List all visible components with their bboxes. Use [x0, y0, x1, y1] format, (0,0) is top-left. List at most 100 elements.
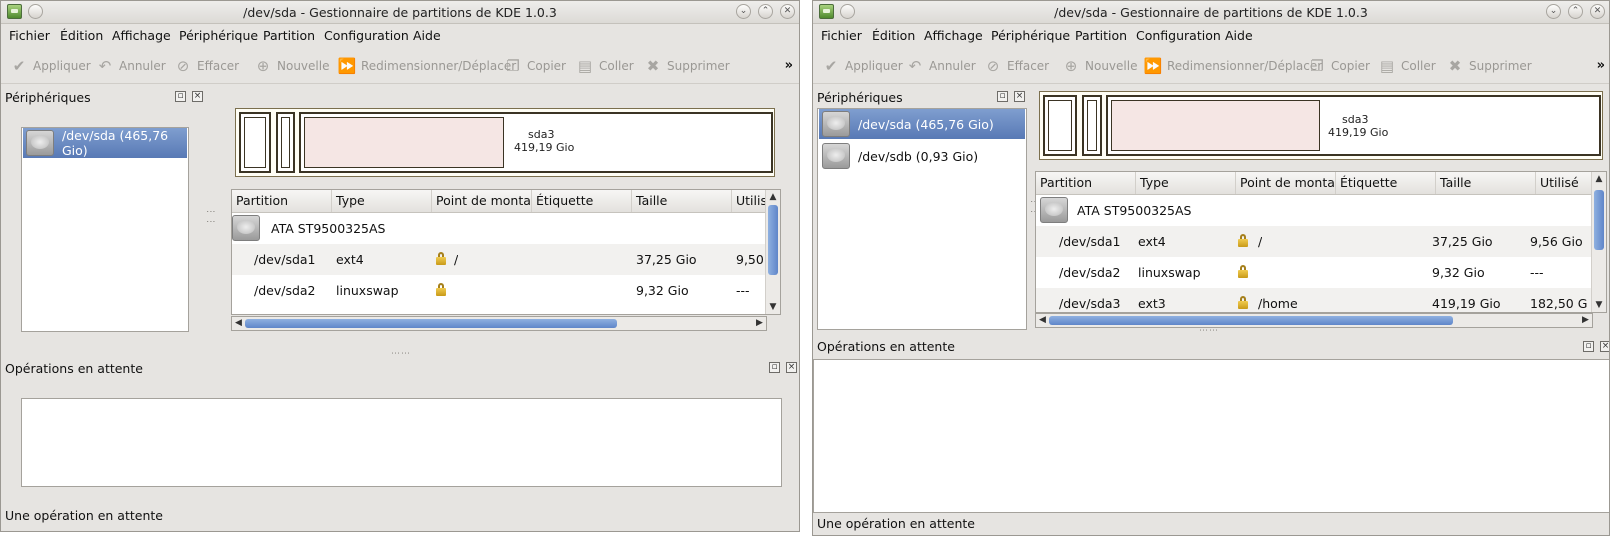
dock-float-button[interactable]: ▫ [997, 91, 1008, 102]
close-button[interactable]: ✕ [1590, 4, 1605, 19]
resize-move-button[interactable]: ⏩ Redimensionner/Déplacer [337, 55, 517, 77]
dock-float-button[interactable]: ▫ [1583, 341, 1594, 352]
menu-edition[interactable]: Édition [872, 28, 915, 43]
menu-edition[interactable]: Édition [60, 28, 103, 43]
undo-button[interactable]: ↶ Annuler [905, 55, 976, 77]
partition-block-sda1[interactable] [239, 112, 271, 173]
partition-block-sda3[interactable]: sda3 419,19 Gio [1106, 95, 1601, 156]
scroll-left-arrow[interactable]: ◀ [1036, 314, 1049, 327]
pending-operations-list [21, 398, 782, 487]
menu-fichier[interactable]: Fichier [9, 28, 50, 43]
scroll-thumb[interactable] [768, 205, 778, 275]
menu-partition[interactable]: Partition [1075, 28, 1127, 43]
copy-button[interactable]: ❐ Copier [503, 55, 566, 77]
table-row[interactable]: /dev/sda1 ext4 / 37,25 Gio 9,56 Gio [1036, 226, 1592, 257]
partition-manager-window-2: /dev/sda - Gestionnaire de partitions de… [812, 0, 1610, 536]
scroll-right-arrow[interactable]: ▶ [1579, 314, 1592, 327]
paste-button[interactable]: ▤ Coller [575, 55, 634, 77]
scroll-down-arrow[interactable]: ▼ [1592, 298, 1606, 312]
table-row-disk[interactable]: ATA ST9500325AS [1036, 195, 1592, 226]
pending-operations-title: Opérations en attente [5, 361, 143, 376]
table-row[interactable]: /dev/sda3 ext3 /home 419,19 Gio 182,50 G [1036, 288, 1592, 312]
scroll-down-arrow[interactable]: ▼ [766, 300, 780, 314]
dock-close-button[interactable]: × [1014, 91, 1025, 102]
new-partition-button[interactable]: ⊕ Nouvelle [1061, 55, 1138, 77]
horizontal-scrollbar[interactable]: ◀ ▶ [231, 316, 767, 331]
menu-configuration[interactable]: Configuration [1136, 28, 1221, 43]
horizontal-scrollbar[interactable]: ◀ ▶ [1035, 313, 1593, 328]
col-type[interactable]: Type [332, 190, 432, 212]
partition-block-sda2[interactable] [276, 112, 295, 173]
col-used[interactable]: Utilisé [1536, 172, 1594, 194]
table-row[interactable]: /dev/sda1 ext4 / 37,25 Gio 9,50 [232, 244, 766, 275]
dock-close-button[interactable]: × [786, 362, 797, 373]
minimize-button[interactable]: ⌄ [1546, 4, 1561, 19]
col-type[interactable]: Type [1136, 172, 1236, 194]
col-size[interactable]: Taille [1436, 172, 1536, 194]
col-mount-point[interactable]: Point de montag [1236, 172, 1336, 194]
menu-affichage[interactable]: Affichage [924, 28, 983, 43]
splitter-handle[interactable]: ⋯⋯ [1199, 326, 1219, 336]
menu-partition[interactable]: Partition [263, 28, 315, 43]
window-title: /dev/sda - Gestionnaire de partitions de… [243, 5, 557, 20]
col-partition[interactable]: Partition [232, 190, 332, 212]
scroll-thumb[interactable] [1594, 190, 1604, 250]
dock-float-button[interactable]: ▫ [769, 362, 780, 373]
delete-button[interactable]: ✖ Supprimer [643, 55, 730, 77]
resize-move-button[interactable]: ⏩ Redimensionner/Déplacer [1143, 55, 1323, 77]
menu-configuration[interactable]: Configuration [324, 28, 409, 43]
status-bar: Une opération en attente [817, 516, 975, 531]
dock-close-button[interactable]: × [192, 91, 203, 102]
vertical-scrollbar[interactable]: ▲ ▼ [1591, 172, 1606, 312]
maximize-button[interactable]: ⌃ [758, 4, 773, 19]
partition-block-sda3[interactable]: sda3 419,19 Gio [299, 112, 773, 173]
clear-button[interactable]: ⊘ Effacer [173, 55, 239, 77]
menu-aide[interactable]: Aide [413, 28, 441, 43]
toolbar-overflow-button[interactable]: » [785, 58, 793, 73]
dock-close-button[interactable]: × [1600, 341, 1609, 352]
vertical-scrollbar[interactable]: ▲ ▼ [765, 190, 780, 314]
menu-peripherique[interactable]: Périphérique [179, 28, 258, 43]
table-row[interactable]: /dev/sda2 linuxswap 9,32 Gio --- [232, 275, 766, 306]
scroll-up-arrow[interactable]: ▲ [1592, 172, 1606, 186]
undo-button[interactable]: ↶ Annuler [95, 55, 166, 77]
partition-block-sda2[interactable] [1082, 95, 1102, 156]
menu-peripherique[interactable]: Périphérique [991, 28, 1070, 43]
menu-affichage[interactable]: Affichage [112, 28, 171, 43]
scroll-thumb[interactable] [1049, 316, 1453, 325]
device-item-sdb[interactable]: /dev/sdb (0,93 Gio) [819, 141, 1025, 171]
maximize-button[interactable]: ⌃ [1568, 4, 1583, 19]
device-item-sda[interactable]: /dev/sda (465,76 Gio) [23, 128, 187, 158]
close-button[interactable]: ✕ [780, 4, 795, 19]
title-bar[interactable]: /dev/sda - Gestionnaire de partitions de… [813, 1, 1609, 24]
clear-button[interactable]: ⊘ Effacer [983, 55, 1049, 77]
col-label[interactable]: Étiquette [532, 190, 632, 212]
paste-button[interactable]: ▤ Coller [1377, 55, 1436, 77]
dock-float-button[interactable]: ▫ [175, 91, 186, 102]
scroll-left-arrow[interactable]: ◀ [232, 317, 245, 330]
menu-fichier[interactable]: Fichier [821, 28, 862, 43]
apply-button[interactable]: ✔ Appliquer [821, 55, 903, 77]
table-row-disk[interactable]: ATA ST9500325AS [232, 213, 766, 244]
splitter-handle[interactable]: ⋯⋯ [391, 349, 411, 359]
copy-button[interactable]: ❐ Copier [1307, 55, 1370, 77]
partition-block-sda1[interactable] [1043, 95, 1077, 156]
disk-icon [26, 130, 54, 156]
col-size[interactable]: Taille [632, 190, 732, 212]
table-row[interactable]: /dev/sda2 linuxswap 9,32 Gio --- [1036, 257, 1592, 288]
col-label[interactable]: Étiquette [1336, 172, 1436, 194]
minimize-button[interactable]: ⌄ [736, 4, 751, 19]
toolbar-overflow-button[interactable]: » [1597, 58, 1605, 73]
delete-button[interactable]: ✖ Supprimer [1445, 55, 1532, 77]
menu-aide[interactable]: Aide [1225, 28, 1253, 43]
splitter-handle[interactable]: ⋮⋮ [205, 207, 215, 227]
apply-button[interactable]: ✔ Appliquer [9, 55, 91, 77]
title-bar[interactable]: /dev/sda - Gestionnaire de partitions de… [1, 1, 799, 24]
scroll-thumb[interactable] [245, 319, 617, 328]
scroll-up-arrow[interactable]: ▲ [766, 190, 780, 204]
col-partition[interactable]: Partition [1036, 172, 1136, 194]
col-mount-point[interactable]: Point de montag [432, 190, 532, 212]
scroll-right-arrow[interactable]: ▶ [753, 317, 766, 330]
device-item-sda[interactable]: /dev/sda (465,76 Gio) [819, 109, 1025, 139]
new-partition-button[interactable]: ⊕ Nouvelle [253, 55, 330, 77]
